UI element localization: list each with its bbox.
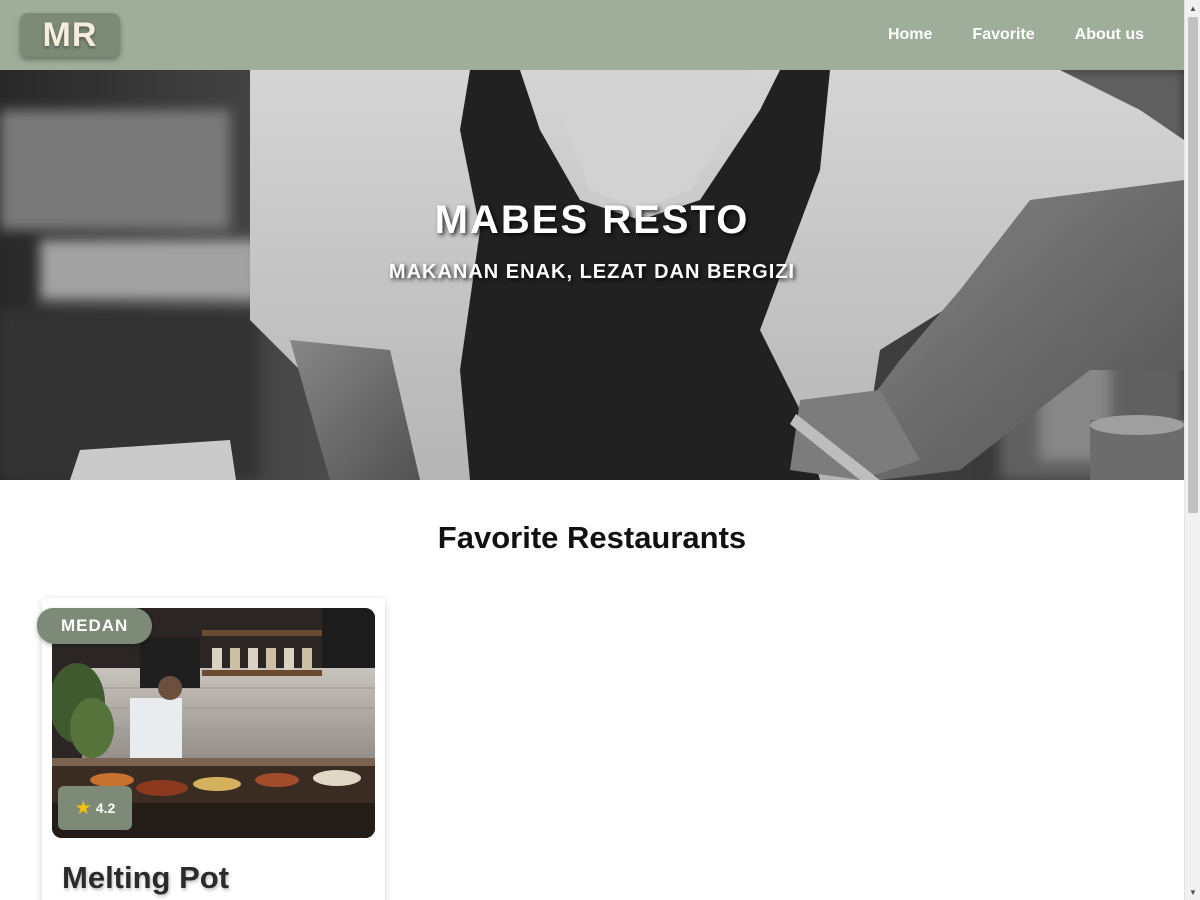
nav-favorite-link[interactable]: Favorite [952, 14, 1054, 56]
main-nav: Home Favorite About us [868, 14, 1164, 56]
section-title: Favorite Restaurants [437, 520, 747, 555]
restaurant-card[interactable]: MEDAN ★ 4.2 Melting Pot [37, 598, 385, 900]
hero-banner: MABES RESTO MAKANAN ENAK, LEZAT DAN BERG… [0, 70, 1184, 480]
scroll-down-arrow-icon[interactable]: ▼ [1185, 884, 1200, 900]
nav-home-link[interactable]: Home [868, 14, 952, 56]
hero-text: MABES RESTO MAKANAN ENAK, LEZAT DAN BERG… [0, 70, 1184, 480]
logo-text: MR [42, 15, 98, 54]
rating-badge: ★ 4.2 [58, 786, 132, 830]
vertical-scrollbar[interactable]: ▲ ▼ [1184, 0, 1200, 900]
hero-title: MABES RESTO [434, 198, 750, 242]
rating-value: 4.2 [95, 800, 116, 816]
nav-about-link[interactable]: About us [1055, 14, 1164, 56]
restaurant-name[interactable]: Melting Pot [62, 860, 229, 896]
scroll-up-arrow-icon[interactable]: ▲ [1185, 0, 1200, 16]
app-header: MR Home Favorite About us [0, 0, 1184, 70]
hero-subtitle: MAKANAN ENAK, LEZAT DAN BERGIZI [388, 261, 796, 283]
logo[interactable]: MR [20, 13, 120, 57]
star-icon: ★ [74, 797, 92, 819]
scroll-thumb[interactable] [1188, 17, 1198, 513]
city-badge: MEDAN [37, 608, 153, 644]
city-label: MEDAN [61, 616, 129, 635]
